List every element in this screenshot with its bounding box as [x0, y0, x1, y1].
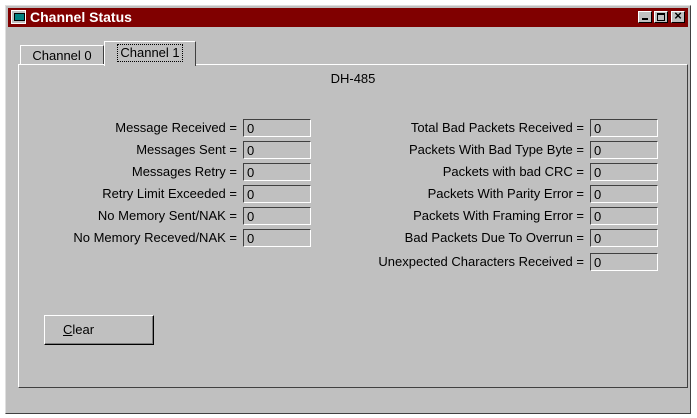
- stat-row: Retry Limit Exceeded = 0: [19, 185, 311, 203]
- tab-label: Channel 1: [117, 44, 183, 62]
- section-title: DH-485: [330, 71, 376, 86]
- clear-button[interactable]: Clear: [44, 315, 154, 345]
- tab-channel-0[interactable]: Channel 0: [20, 45, 104, 65]
- stat-row: Packets With Bad Type Byte = 0: [319, 141, 658, 159]
- stat-value-field[interactable]: 0: [590, 185, 658, 203]
- title-bar[interactable]: Channel Status: [8, 8, 688, 27]
- stat-label: Bad Packets Due To Overrun =: [404, 230, 584, 245]
- stat-label: No Memory Receved/NAK =: [73, 230, 237, 245]
- stat-row: Unexpected Characters Received = 0: [319, 253, 658, 271]
- stat-label: No Memory Sent/NAK =: [97, 208, 237, 223]
- stat-value-field[interactable]: 0: [243, 119, 311, 137]
- close-icon[interactable]: [671, 8, 685, 24]
- window-title: Channel Status: [30, 9, 132, 25]
- stat-label: Retry Limit Exceeded =: [102, 186, 237, 201]
- stat-row: Packets With Framing Error = 0: [319, 207, 658, 225]
- stat-label: Messages Retry =: [131, 164, 237, 179]
- stat-row: Message Received = 0: [19, 119, 311, 137]
- stat-value-field[interactable]: 0: [243, 229, 311, 247]
- stat-value-field[interactable]: 0: [590, 253, 658, 271]
- stat-value-field[interactable]: 0: [590, 119, 658, 137]
- maximize-icon[interactable]: [654, 11, 668, 23]
- stat-row: No Memory Receved/NAK = 0: [19, 229, 311, 247]
- stat-row: Packets with bad CRC = 0: [319, 163, 658, 181]
- stat-label: Unexpected Characters Received =: [378, 254, 584, 269]
- stat-value-field[interactable]: 0: [243, 207, 311, 225]
- stat-value-field[interactable]: 0: [243, 163, 311, 181]
- stat-label: Packets With Framing Error =: [413, 208, 584, 223]
- stat-row: No Memory Sent/NAK = 0: [19, 207, 311, 225]
- stat-value-field[interactable]: 0: [590, 229, 658, 247]
- stat-value-field[interactable]: 0: [590, 141, 658, 159]
- tab-channel-1[interactable]: Channel 1: [104, 41, 196, 66]
- clear-button-mnemonic: C: [63, 322, 73, 337]
- stat-label: Message Received =: [115, 120, 237, 135]
- stat-row: Total Bad Packets Received = 0: [319, 119, 658, 137]
- stat-value-field[interactable]: 0: [590, 207, 658, 225]
- stat-value-field[interactable]: 0: [590, 163, 658, 181]
- stat-row: Messages Retry = 0: [19, 163, 311, 181]
- tab-label: Channel 0: [32, 48, 92, 63]
- stat-row: Packets With Parity Error = 0: [319, 185, 658, 203]
- stat-value-field[interactable]: 0: [243, 185, 311, 203]
- stat-label: Packets with bad CRC =: [442, 164, 584, 179]
- stat-label: Packets With Parity Error =: [427, 186, 584, 201]
- stat-row: Messages Sent = 0: [19, 141, 311, 159]
- stat-row: Bad Packets Due To Overrun = 0: [319, 229, 658, 247]
- stat-label: Total Bad Packets Received =: [410, 120, 584, 135]
- stat-label: Packets With Bad Type Byte =: [409, 142, 584, 157]
- clear-button-label: lear: [72, 322, 95, 337]
- app-icon[interactable]: [11, 10, 26, 24]
- channel-status-window: Channel Status Channel 0 Channel 1 DH-48…: [5, 5, 691, 414]
- stat-label: Messages Sent =: [136, 142, 237, 157]
- stat-value-field[interactable]: 0: [243, 141, 311, 159]
- tab-panel: DH-485 Message Received = 0 Messages Sen…: [18, 64, 688, 388]
- minimize-icon[interactable]: [638, 11, 652, 23]
